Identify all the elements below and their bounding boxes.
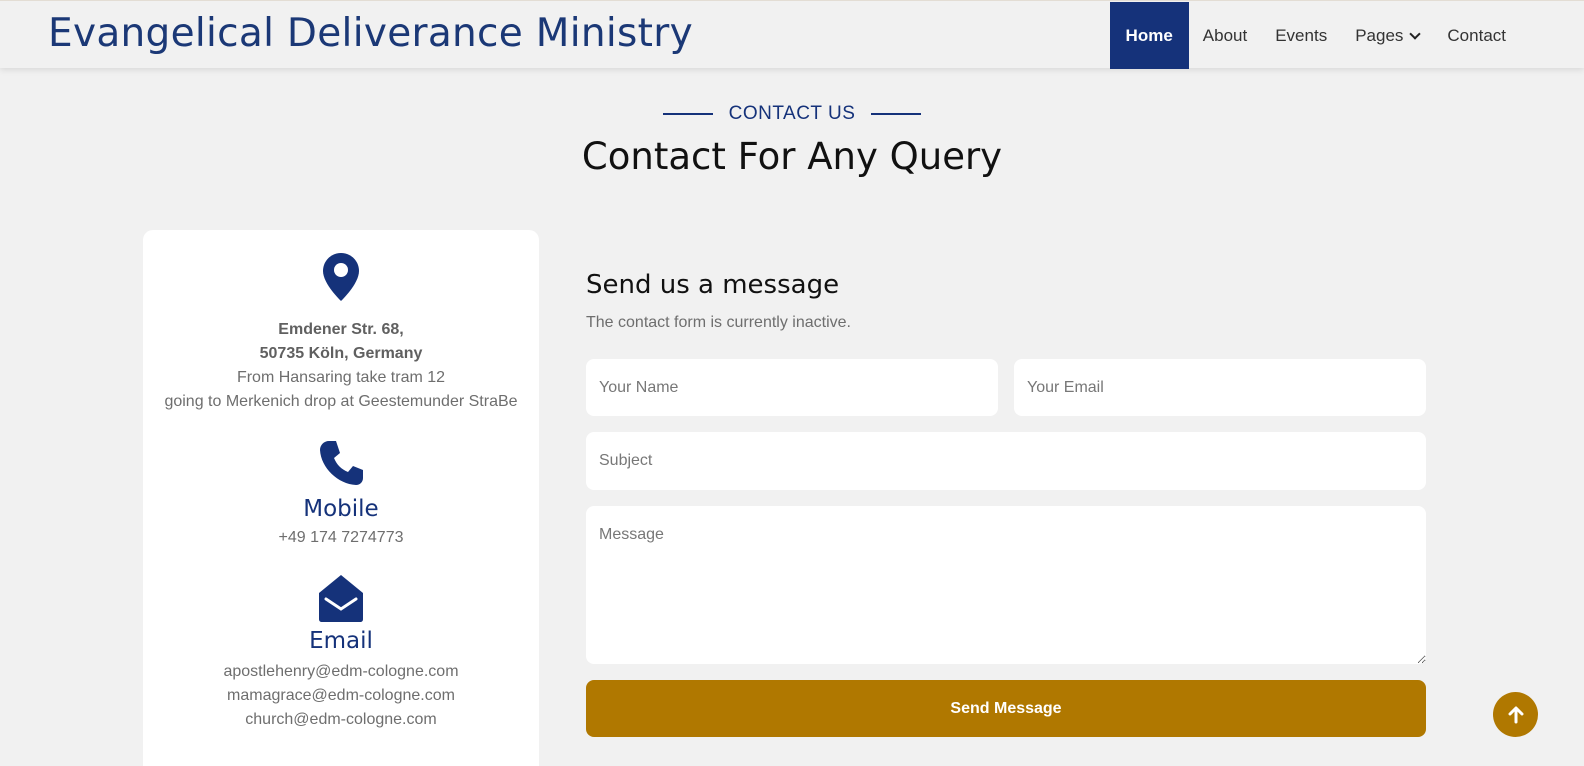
nav-about[interactable]: About [1189,2,1261,69]
top-navbar: Evangelical Deliverance Ministry Home Ab… [0,0,1584,69]
address-block: Emdener Str. 68, 50735 Köln, Germany Fro… [143,318,539,414]
nav-pages-label: Pages [1355,25,1404,45]
nav-home[interactable]: Home [1109,2,1189,69]
eyebrow-line-right [871,113,922,115]
phone-icon [143,438,539,488]
email-link-church[interactable]: church@edm-cologne.com [143,708,539,732]
nav-contact[interactable]: Contact [1433,2,1520,69]
mobile-number[interactable]: +49 174 7274773 [143,526,539,550]
form-title: Send us a message [586,270,840,300]
nav-events-label: Events [1275,25,1328,45]
subject-input[interactable] [586,432,1426,490]
section-eyebrow: Contact Us [662,103,922,125]
email-title: Email [309,628,373,654]
brand-title[interactable]: Evangelical Deliverance Ministry [48,11,693,56]
address-line-1: Emdener Str. 68, [278,321,404,338]
contact-form-header: Send us a message The contact form is cu… [586,270,1426,332]
eyebrow-line-left [662,113,713,115]
email-link-apostlehenry[interactable]: apostlehenry@edm-cologne.com [143,660,539,684]
directions-line-2: going to Merkenich drop at Geestemunder … [164,393,518,410]
send-message-button[interactable]: Send Message [586,680,1426,737]
message-textarea[interactable] [586,506,1426,664]
email-link-mamagrace[interactable]: mamagrace@edm-cologne.com [143,684,539,708]
nav-events[interactable]: Events [1261,2,1341,69]
email-list: apostlehenry@edm-cologne.com mamagrace@e… [143,660,539,732]
nav-pages-dropdown[interactable]: Pages [1341,2,1433,69]
directions-line-1: From Hansaring take tram 12 [236,369,446,386]
chevron-down-icon [1409,27,1422,40]
main-nav: Home About Events Pages Contact [1109,2,1520,69]
nav-contact-label: Contact [1447,25,1506,45]
eyebrow-label: Contact Us [728,103,856,124]
map-marker-icon [143,252,539,302]
nav-home-label: Home [1125,25,1173,45]
nav-about-label: About [1202,25,1248,45]
envelope-open-icon [143,574,539,622]
page-title: Contact For Any Query [581,135,1003,178]
form-subtitle: The contact form is currently inactive. [586,314,851,331]
back-to-top-button[interactable] [1493,692,1538,737]
address-line-2: 50735 Köln, Germany [259,345,423,362]
contact-info-card: Emdener Str. 68, 50735 Köln, Germany Fro… [143,230,539,766]
mobile-title: Mobile [303,496,379,522]
arrow-up-icon [1508,706,1523,723]
email-input[interactable] [1014,359,1426,416]
name-input[interactable] [586,359,998,416]
section-heading: Contact Us Contact For Any Query [0,102,1584,178]
